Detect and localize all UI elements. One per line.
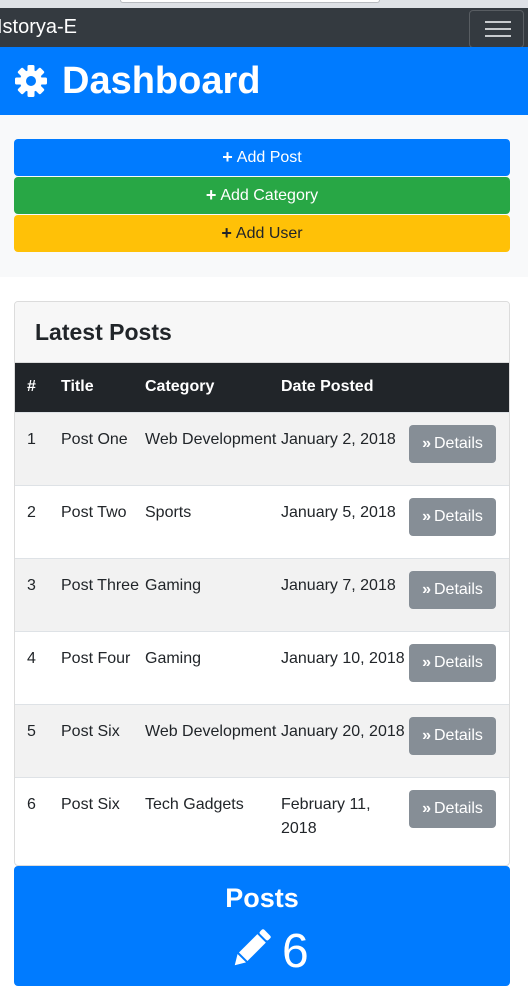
details-label: Details bbox=[434, 799, 483, 817]
browser-tab[interactable] bbox=[120, 0, 380, 3]
post-category: Gaming bbox=[145, 576, 202, 594]
angle-double-right-icon: » bbox=[422, 653, 431, 671]
page-title-text: Dashboard bbox=[62, 59, 261, 102]
page-header: Dashboard bbox=[0, 47, 528, 115]
post-number: 1 bbox=[27, 430, 36, 448]
angle-double-right-icon: » bbox=[422, 726, 431, 744]
browser-top-strip bbox=[0, 0, 528, 8]
table-row: 3 Post Three Gaming January 7, 2018 » Det… bbox=[15, 558, 509, 631]
details-button[interactable]: » Details bbox=[409, 643, 496, 682]
details-label: Details bbox=[434, 507, 483, 525]
post-date: February 11, 2018 bbox=[281, 795, 371, 837]
post-number: 5 bbox=[27, 722, 36, 740]
navbar-toggler-button[interactable] bbox=[469, 10, 524, 48]
menu-icon bbox=[485, 35, 511, 37]
table-header-row: # Title Category Date Posted bbox=[15, 363, 509, 412]
post-category: Tech Gadgets bbox=[145, 795, 244, 813]
posts-table: # Title Category Date Posted 1 Post One … bbox=[15, 363, 509, 850]
add-post-label: Add Post bbox=[236, 148, 302, 166]
post-date: January 20, 2018 bbox=[281, 722, 405, 740]
gear-icon bbox=[15, 65, 47, 97]
table-row: 2 Post Two Sports January 5, 2018 » Detai… bbox=[15, 485, 509, 558]
post-number: 3 bbox=[27, 576, 36, 594]
table-row: 5 Post Six Web Development January 20, 2… bbox=[15, 704, 509, 777]
navbar-brand[interactable]: Istorya-E bbox=[0, 8, 77, 47]
plus-icon: + bbox=[205, 185, 217, 205]
details-label: Details bbox=[434, 653, 483, 671]
column-header-number: # bbox=[27, 378, 36, 396]
post-title: Post Six bbox=[61, 722, 120, 740]
details-button[interactable]: » Details bbox=[409, 424, 496, 463]
column-header-actions bbox=[409, 363, 509, 412]
latest-posts-title: Latest Posts bbox=[15, 302, 509, 363]
action-bar: + Add Post + Add Category + Add User bbox=[0, 115, 528, 277]
details-label: Details bbox=[434, 726, 483, 744]
post-number: 6 bbox=[27, 795, 36, 813]
post-date: January 7, 2018 bbox=[281, 576, 396, 594]
plus-icon: + bbox=[221, 223, 232, 243]
add-user-label: Add User bbox=[235, 224, 303, 242]
posts-stat-value: 6 bbox=[230, 928, 309, 976]
post-category: Web Development bbox=[145, 430, 277, 448]
latest-posts-card: Latest Posts # Title Category Date Poste… bbox=[14, 301, 510, 866]
posts-stat-title: Posts bbox=[225, 883, 299, 913]
details-label: Details bbox=[434, 580, 483, 598]
navbar: Istorya-E bbox=[0, 8, 528, 48]
post-number: 2 bbox=[27, 503, 36, 521]
angle-double-right-icon: » bbox=[422, 799, 431, 817]
post-title: Post Six bbox=[61, 795, 120, 813]
table-row: 1 Post One Web Development January 2, 20… bbox=[15, 412, 509, 485]
add-category-button[interactable]: + Add Category bbox=[14, 177, 510, 214]
add-category-label: Add Category bbox=[220, 186, 319, 204]
post-category: Web Development bbox=[145, 722, 277, 740]
details-button[interactable]: » Details bbox=[409, 789, 496, 828]
post-title: Post Four bbox=[61, 649, 131, 667]
details-button[interactable]: » Details bbox=[409, 716, 496, 755]
angle-double-right-icon: » bbox=[422, 434, 431, 452]
angle-double-right-icon: » bbox=[422, 507, 431, 525]
add-user-button[interactable]: + Add User bbox=[14, 215, 510, 252]
post-title: Post Three bbox=[61, 576, 139, 594]
post-date: January 10, 2018 bbox=[281, 649, 405, 667]
post-date: January 5, 2018 bbox=[281, 503, 396, 521]
table-row: 4 Post Four Gaming January 10, 2018 » Det… bbox=[15, 631, 509, 704]
column-header-category: Category bbox=[145, 378, 215, 396]
plus-icon: + bbox=[222, 147, 233, 167]
details-button[interactable]: » Details bbox=[409, 497, 496, 536]
post-category: Sports bbox=[145, 503, 192, 521]
posts-stat-card: Posts 6 bbox=[14, 866, 510, 986]
details-label: Details bbox=[434, 434, 483, 452]
post-date: January 2, 2018 bbox=[281, 430, 396, 448]
page-title: Dashboard bbox=[14, 47, 260, 115]
pencil-icon bbox=[234, 929, 271, 966]
details-button[interactable]: » Details bbox=[409, 570, 496, 609]
menu-icon bbox=[485, 21, 511, 23]
column-header-title: Title bbox=[61, 378, 94, 396]
angle-double-right-icon: » bbox=[422, 580, 431, 598]
column-header-date: Date Posted bbox=[281, 378, 374, 396]
add-post-button[interactable]: + Add Post bbox=[14, 139, 510, 176]
post-number: 4 bbox=[27, 649, 36, 667]
posts-count: 6 bbox=[282, 925, 309, 978]
post-category: Gaming bbox=[145, 649, 202, 667]
post-title: Post Two bbox=[61, 503, 127, 521]
post-title: Post One bbox=[61, 430, 128, 448]
menu-icon bbox=[485, 28, 511, 30]
table-row: 6 Post Six Tech Gadgets February 11, 201… bbox=[15, 777, 509, 850]
